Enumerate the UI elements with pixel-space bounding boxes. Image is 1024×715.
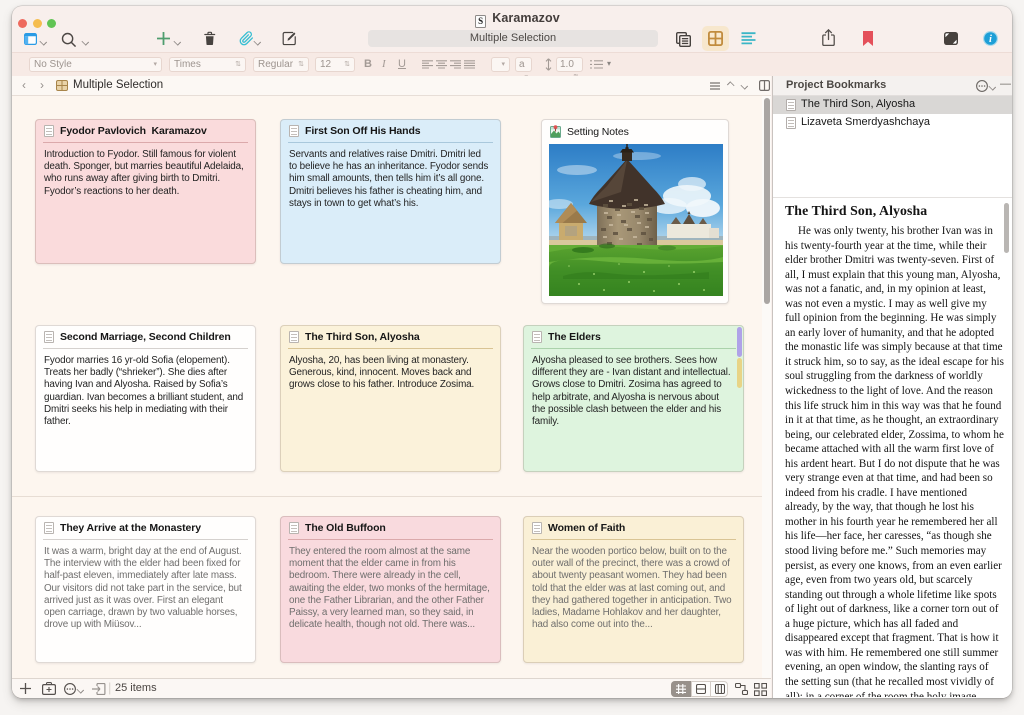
svg-text:i: i: [989, 34, 992, 45]
